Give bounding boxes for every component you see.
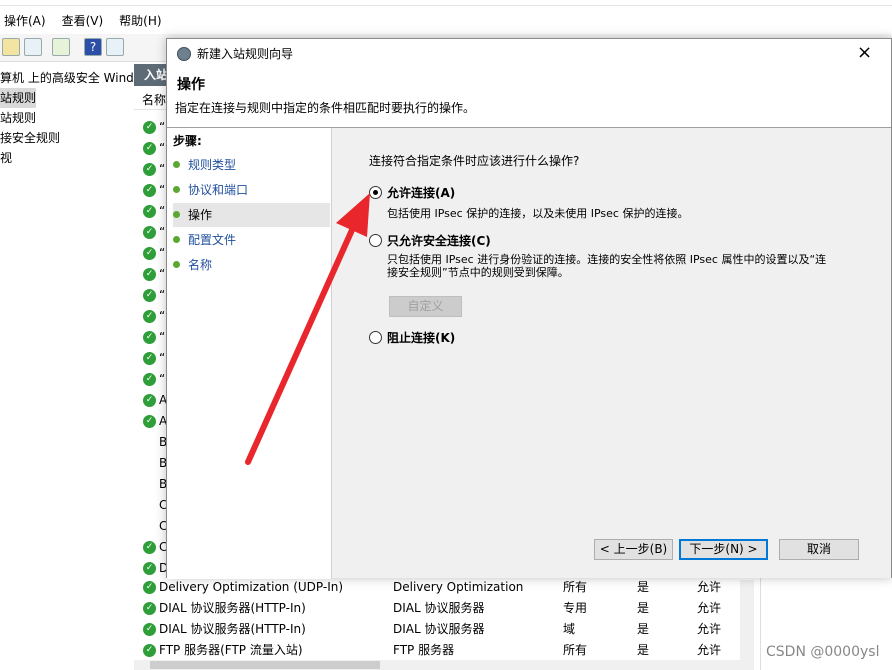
watermark: CSDN @0000ysl	[766, 644, 880, 660]
annotation-arrow	[245, 193, 370, 465]
